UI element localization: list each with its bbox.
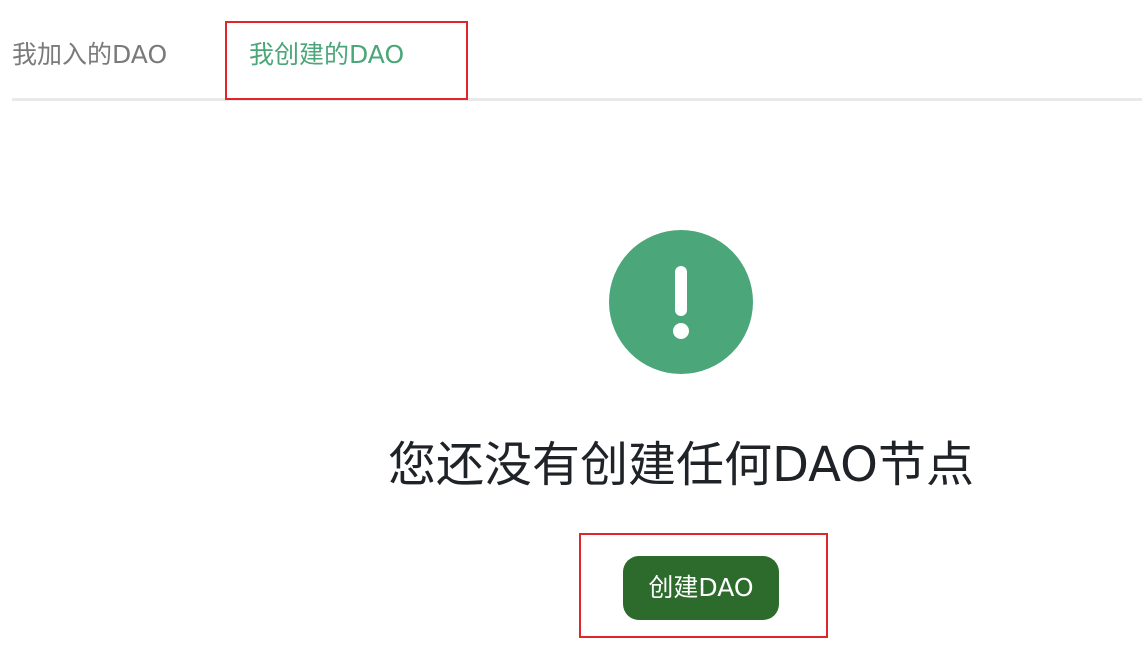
annotation-highlight-tab <box>225 21 468 100</box>
annotation-highlight-button <box>579 533 828 638</box>
empty-state-message: 您还没有创建任何DAO节点 <box>388 437 974 493</box>
tab-bar: 我加入的DAO 我创建的DAO <box>12 0 1142 100</box>
page: 我加入的DAO 我创建的DAO 您还没有创建任何DAO节点 创建DAO <box>0 0 1142 670</box>
exclamation-dot <box>673 323 689 339</box>
exclamation-circle-icon <box>609 230 753 374</box>
tab-joined-dao[interactable]: 我加入的DAO <box>12 38 167 72</box>
tab-bar-divider <box>12 98 1142 101</box>
exclamation-bar <box>675 266 687 316</box>
